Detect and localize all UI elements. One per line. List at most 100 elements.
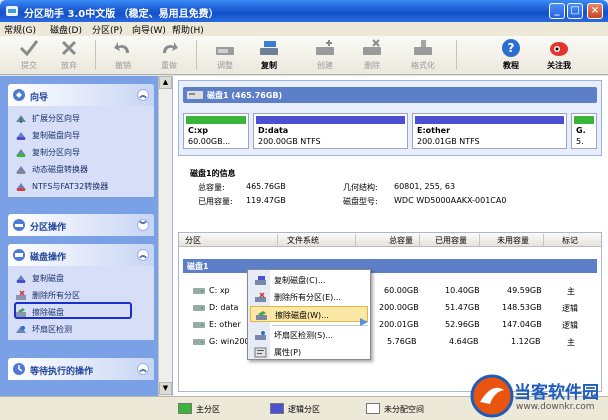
- undo-icon: [114, 42, 129, 53]
- close-button[interactable]: ×: [587, 3, 603, 19]
- wizard-copy-disk[interactable]: 复制磁盘向导: [8, 127, 154, 144]
- menu-help[interactable]: 帮助(H): [172, 23, 204, 36]
- expand-icon[interactable]: ︾: [137, 219, 149, 231]
- collapse-icon[interactable]: ︽: [137, 249, 149, 261]
- extend-icon: [16, 115, 26, 123]
- ctx-copy-disk[interactable]: 复制磁盘(C)...: [250, 272, 368, 288]
- wizard-panel-header[interactable]: 向导 ︽: [8, 84, 154, 106]
- delete-button[interactable]: 删除: [353, 38, 391, 73]
- watermark: 当客软件园 www.downkr.com: [470, 374, 608, 420]
- disk-info: 磁盘1的信息 总容量: 465.76GB 已用容量: 119.47GB 几何结构…: [178, 160, 602, 226]
- table-row[interactable]: E: other 200.01GB 52.96GB 147.04GB 逻辑: [179, 317, 601, 333]
- col-filesystem[interactable]: 文件系统: [287, 235, 319, 246]
- window-title: 分区助手 3.0中文版 （稳定、易用且免费）: [24, 9, 219, 20]
- minimize-button[interactable]: _: [549, 3, 565, 19]
- disk-info-title: 磁盘1的信息: [190, 169, 236, 178]
- site-logo-icon: [470, 374, 514, 418]
- col-partition[interactable]: 分区: [185, 235, 201, 246]
- wizard-dynamic-disk[interactable]: 动态磁盘转换器: [8, 161, 154, 178]
- used-capacity: 119.47GB: [246, 196, 286, 205]
- left-sidebar: 向导 ︽ 扩展分区向导 复制磁盘向导 复制分区向导 动态磁盘转换器 NTFS与F…: [0, 76, 172, 396]
- collapse-icon[interactable]: ︽: [137, 89, 149, 101]
- create-button[interactable]: 创建: [306, 38, 344, 73]
- drive-icon: [193, 305, 205, 311]
- disk-ops-header[interactable]: 磁盘操作 ︽: [8, 244, 154, 266]
- delete-all-icon: [16, 290, 26, 300]
- disk-row[interactable]: 磁盘1: [183, 259, 597, 273]
- maximize-button[interactable]: □: [567, 3, 583, 19]
- resize-button[interactable]: 调整: [206, 38, 244, 73]
- hard-disk-icon: [187, 91, 203, 99]
- left-scrollbar[interactable]: ▲ ▼: [158, 76, 172, 396]
- wizard-ntfs-fat32[interactable]: NTFS与FAT32转换器: [8, 178, 154, 195]
- partition-block-e[interactable]: E:other 200.01GB NTFS: [412, 113, 567, 149]
- commit-button[interactable]: 提交: [10, 38, 48, 73]
- redo-icon: [163, 42, 178, 53]
- svg-text:?: ?: [508, 41, 515, 55]
- partition-usage-bar: [256, 116, 405, 124]
- properties-icon: [254, 347, 267, 358]
- col-free[interactable]: 未用容量: [497, 235, 529, 246]
- disk-op-bad-sector[interactable]: 坏扇区检测: [8, 321, 154, 338]
- wizard-extend-partition[interactable]: 扩展分区向导: [8, 110, 154, 127]
- partition-block-d[interactable]: D:data 200.00GB NTFS: [253, 113, 408, 149]
- format-icon: [414, 40, 432, 55]
- disk-ops-panel: 磁盘操作 ︽ 复制磁盘 删除所有分区 擦除磁盘 坏扇区检测: [8, 244, 154, 340]
- menu-disk[interactable]: 磁盘(D): [50, 23, 82, 36]
- wizard-copy-partition[interactable]: 复制分区向导: [8, 144, 154, 161]
- partition-table: 分区 文件系统 总容量 已用容量 未用容量 标记 磁盘1 C: xp 60.00…: [178, 232, 602, 392]
- copy-button[interactable]: 复制: [250, 38, 288, 73]
- ctx-delete-all-partitions[interactable]: 删除所有分区(E)...: [250, 289, 368, 305]
- table-row[interactable]: D: data 200.00GB 51.47GB 148.53GB 逻辑: [179, 300, 601, 316]
- discard-button[interactable]: 放弃: [50, 38, 88, 73]
- title-bar: 分区助手 3.0中文版 （稳定、易用且免费） _ □ ×: [0, 0, 608, 22]
- table-row[interactable]: C: xp 60.00GB 10.40GB 49.59GB 主: [179, 283, 601, 299]
- pending-icon: [13, 363, 25, 375]
- menu-partition[interactable]: 分区(P): [92, 23, 122, 36]
- partition-usage-bar: [415, 116, 564, 124]
- collapse-icon[interactable]: ︽: [137, 363, 149, 375]
- scroll-down-arrow[interactable]: ▼: [159, 382, 172, 395]
- copy-disk-icon: [260, 41, 278, 55]
- disk-op-copy[interactable]: 复制磁盘: [8, 270, 154, 287]
- disk-geometry: 60801, 255, 63: [394, 182, 456, 191]
- partition-icon: [13, 219, 25, 231]
- disk-model: WDC WD5000AAKX-001CA0: [394, 196, 507, 205]
- col-used[interactable]: 已用容量: [435, 235, 467, 246]
- pending-ops-header[interactable]: 等待执行的操作 ︽: [8, 358, 154, 380]
- col-flag[interactable]: 标记: [562, 235, 578, 246]
- table-row[interactable]: G: win200 5.76GB 4.64GB 1.12GB 主: [179, 334, 601, 350]
- pending-ops-panel: 等待执行的操作 ︽: [8, 358, 154, 380]
- drive-icon: [193, 288, 205, 294]
- app-icon: [6, 6, 18, 16]
- partition-block-g[interactable]: G. 5.: [571, 113, 597, 149]
- menu-wizard[interactable]: 向导(W): [132, 23, 166, 36]
- drive-icon: [193, 339, 205, 345]
- disk-map: 磁盘1 (465.76GB) C:xp 60.00GB... D:data 20…: [178, 80, 602, 156]
- table-header: 分区 文件系统 总容量 已用容量 未用容量 标记: [179, 233, 601, 247]
- convert-icon: [16, 183, 26, 191]
- discard-icon: [61, 40, 77, 56]
- delete-icon: [363, 39, 381, 55]
- ctx-properties[interactable]: 属性(P): [250, 344, 368, 360]
- ctx-bad-sector-check[interactable]: 坏扇区检测(S)...: [250, 327, 368, 343]
- undo-button[interactable]: 撤销: [104, 38, 142, 73]
- tutorial-button[interactable]: ? 教程: [492, 38, 530, 73]
- partition-ops-header[interactable]: 分区操作 ︾: [8, 214, 154, 236]
- partition-block-c[interactable]: C:xp 60.00GB...: [183, 113, 249, 149]
- total-capacity: 465.76GB: [246, 182, 286, 191]
- menu-general[interactable]: 常规(G): [4, 23, 36, 36]
- format-button[interactable]: 格式化: [404, 38, 442, 73]
- scroll-up-arrow[interactable]: ▲: [159, 76, 172, 89]
- context-menu: 复制磁盘(C)... 删除所有分区(E)... 擦除磁盘(W)... 坏扇区检测…: [247, 269, 371, 360]
- redo-button[interactable]: 重做: [150, 38, 188, 73]
- bad-sector-icon: [255, 331, 266, 340]
- follow-button[interactable]: 关注我: [540, 38, 578, 73]
- main-panel: 磁盘1 (465.76GB) C:xp 60.00GB... D:data 20…: [172, 76, 608, 396]
- ctx-wipe-disk[interactable]: 擦除磁盘(W)...: [250, 306, 368, 322]
- help-icon: ?: [502, 39, 520, 57]
- wizard-panel: 向导 ︽ 扩展分区向导 复制磁盘向导 复制分区向导 动态磁盘转换器 NTFS与F…: [8, 84, 154, 197]
- disk-map-header[interactable]: 磁盘1 (465.76GB): [183, 87, 597, 103]
- partition-usage-bar: [574, 116, 594, 124]
- col-total[interactable]: 总容量: [389, 235, 413, 246]
